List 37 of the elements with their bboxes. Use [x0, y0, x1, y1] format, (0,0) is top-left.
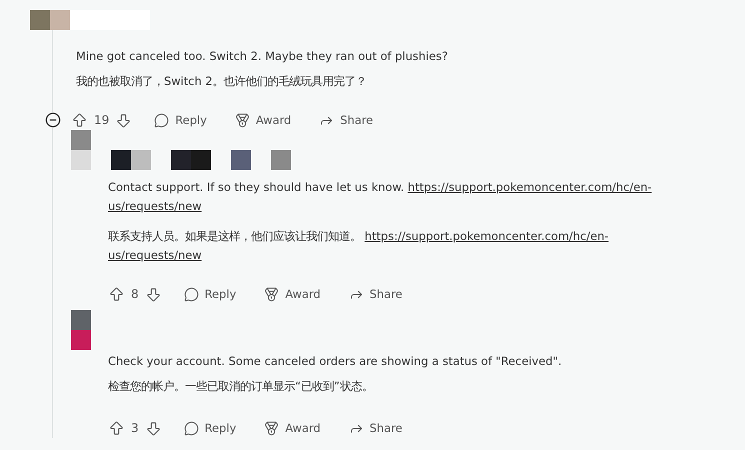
share-button[interactable]: Share: [348, 420, 402, 436]
vote-count: 3: [131, 421, 139, 435]
comment-icon: [154, 112, 170, 128]
pixelated-avatar: [71, 130, 91, 170]
upvote-icon[interactable]: [108, 420, 125, 436]
share-button[interactable]: Share: [348, 286, 402, 302]
reply-button[interactable]: Reply: [184, 420, 236, 436]
award-icon: [234, 112, 250, 128]
comment-icon: [184, 420, 199, 436]
comment-text: 联系支持人员。如果是这样，他们应该让我们知道。 https://support.pokemoncenter.com/hc/en- us/requests/new: [108, 228, 610, 264]
reply-button[interactable]: Reply: [184, 286, 236, 302]
link[interactable]: https://support.pokemoncenter.com/hc/en-: [408, 180, 652, 194]
pixelated-avatar: [71, 310, 91, 350]
award-button[interactable]: Award: [264, 286, 321, 302]
upvote-icon[interactable]: [71, 112, 88, 128]
comment-text: Check your account. Some canceled orders are showing a status of "Received".: [108, 353, 562, 370]
award-button[interactable]: Award: [264, 420, 321, 436]
downvote-icon[interactable]: [144, 286, 162, 302]
share-button[interactable]: Share: [319, 112, 374, 128]
comment-text: 我的也被取消了，Switch 2。也许他们的毛绒玩具用完了？: [76, 73, 368, 90]
award-button[interactable]: Award: [234, 112, 292, 128]
link[interactable]: us/requests/new: [108, 248, 202, 262]
reply-button[interactable]: Reply: [154, 112, 207, 128]
comment-text: 检查您的帐户。一些已取消的订单显示“已收到”状态。: [108, 378, 374, 395]
comment-icon: [184, 286, 199, 302]
award-icon: [264, 286, 280, 302]
collapse-button[interactable]: [45, 112, 61, 128]
link[interactable]: us/requests/new: [108, 199, 202, 213]
comment-text: Contact support. If so they should have let us know. https://support.pokemoncenter.com/hc/en- us/requests/new: [108, 179, 652, 215]
vote-count: 19: [94, 113, 110, 127]
comment-text: Mine got canceled too. Switch 2. Maybe they ran out of plushies?: [76, 48, 449, 65]
downvote-icon[interactable]: [144, 420, 162, 436]
award-icon: [264, 420, 280, 436]
upvote-icon[interactable]: [108, 286, 125, 302]
link[interactable]: https://support.pokemoncenter.com/hc/en-: [364, 229, 609, 243]
vote-count: 8: [131, 287, 139, 301]
downvote-icon[interactable]: [115, 112, 132, 128]
